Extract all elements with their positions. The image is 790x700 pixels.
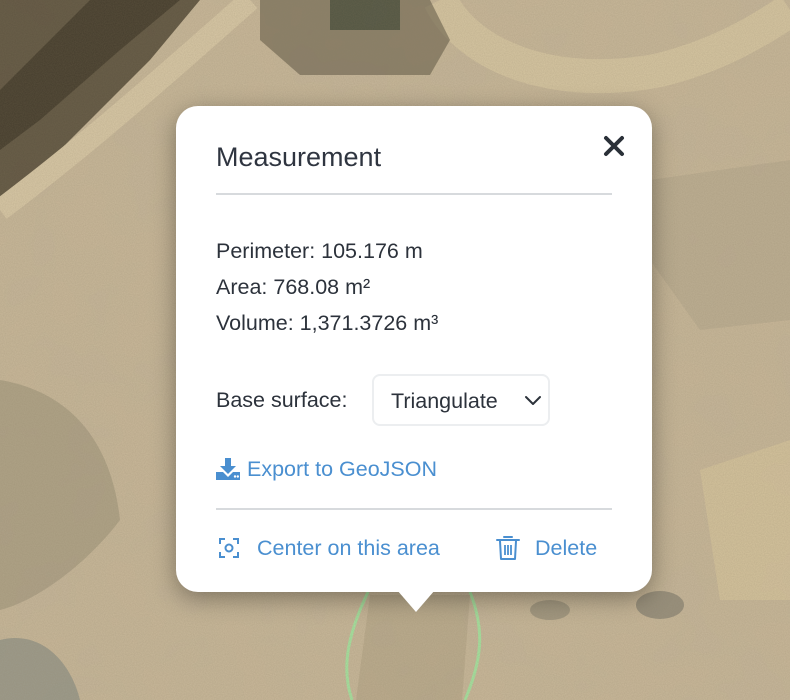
base-surface-select[interactable]: Triangulate [372,374,550,426]
trash-icon[interactable] [496,535,520,561]
close-icon[interactable] [600,132,628,160]
download-icon[interactable] [216,457,240,481]
popup-title: Measurement [216,142,382,172]
focus-icon[interactable] [218,537,240,559]
base-surface-label: Base surface: [216,388,348,412]
export-geojson-link[interactable]: Export to GeoJSON [247,457,437,482]
delete-link[interactable]: Delete [535,536,597,561]
header-divider [216,193,612,195]
area-value: Area: 768.08 m² [216,275,371,299]
base-surface-value: Triangulate [391,389,498,413]
volume-value: Volume: 1,371.3726 m³ [216,311,439,335]
popup-pointer [397,590,435,612]
center-on-area-link[interactable]: Center on this area [257,536,440,561]
footer-divider [216,508,612,510]
chevron-down-icon [525,396,541,405]
perimeter-value: Perimeter: 105.176 m [216,239,423,263]
measurement-popup: Measurement Perimeter: 105.176 m Area: 7… [176,106,652,612]
